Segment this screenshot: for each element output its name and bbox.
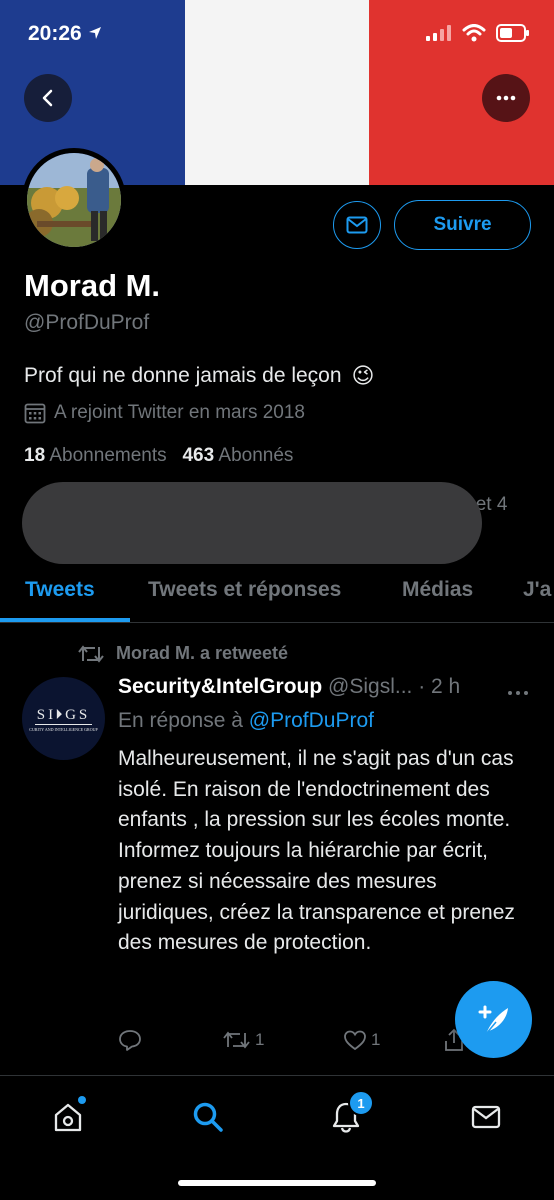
reply-icon	[119, 1030, 141, 1051]
following-label: Abonnements	[49, 445, 167, 466]
home-icon	[54, 1103, 82, 1132]
more-icon	[496, 95, 516, 101]
feather-plus-icon	[478, 1005, 508, 1034]
nav-notifications[interactable]: 1	[316, 1090, 376, 1142]
join-date: A rejoint Twitter en mars 2018	[24, 402, 305, 424]
tweet-author-avatar[interactable]: SI🞂GS CURITY AND INTELLIGENCE GROUP	[22, 677, 105, 760]
status-indicators	[426, 24, 530, 42]
profile-avatar[interactable]	[22, 148, 126, 252]
tweet-divider	[0, 1075, 554, 1076]
tab-media[interactable]: Médias	[402, 578, 473, 602]
more-button[interactable]	[482, 74, 530, 122]
message-button[interactable]	[333, 201, 381, 249]
signal-icon	[426, 25, 451, 41]
avatar-logo-subtext: CURITY AND INTELLIGENCE GROUP	[29, 726, 98, 732]
nav-home[interactable]	[38, 1092, 98, 1142]
nav-search[interactable]	[178, 1092, 238, 1142]
nav-messages[interactable]	[456, 1092, 516, 1142]
retweet-count: 1	[255, 1030, 265, 1049]
join-date-text: A rejoint Twitter en mars 2018	[54, 402, 305, 423]
tab-likes[interactable]: J'a	[523, 578, 551, 602]
back-button[interactable]	[24, 74, 72, 122]
retweet-context-text: Morad M. a retweeté	[116, 643, 289, 663]
search-icon	[193, 1102, 223, 1132]
profile-handle: @ProfDuProf	[24, 311, 150, 334]
avatar-photo	[27, 153, 121, 247]
reply-button[interactable]	[118, 1029, 223, 1051]
tab-tweets-and-replies[interactable]: Tweets et réponses	[148, 578, 341, 602]
wink-emoji: 😉	[351, 363, 375, 388]
follow-counts: 18 Abonnements 463 Abonnés	[24, 445, 293, 467]
followers-link[interactable]: 463 Abonnés	[182, 445, 293, 466]
followers-label: Abonnés	[218, 445, 294, 466]
active-tab-indicator	[0, 618, 130, 622]
heart-icon	[344, 1030, 366, 1051]
retweet-icon	[223, 1031, 250, 1049]
battery-icon	[496, 24, 529, 42]
location-arrow-icon	[88, 27, 101, 39]
profile-name: Morad M.	[24, 268, 161, 303]
tweet-author-name[interactable]: Security&IntelGroup	[118, 675, 322, 698]
retweet-button[interactable]: 1	[223, 1030, 343, 1050]
notification-badge: 1	[348, 1090, 374, 1116]
like-button[interactable]: 1	[343, 1029, 443, 1051]
reply-context: En réponse à @ProfDuProf	[118, 709, 374, 733]
profile-tabs: Tweets Tweets et réponses Médias J'a	[0, 570, 554, 623]
chevron-left-icon	[42, 89, 53, 107]
wifi-icon	[462, 24, 486, 42]
follow-button[interactable]: Suivre	[394, 200, 531, 250]
retweet-icon	[78, 644, 104, 663]
banner-white	[184, 0, 370, 185]
following-link[interactable]: 18 Abonnements	[24, 445, 167, 466]
tweet-header: Security&IntelGroup @Sigsl... · 2 h	[118, 675, 460, 699]
tweet-actions: 1 1	[118, 1028, 478, 1052]
home-indicator	[178, 1180, 376, 1186]
home-new-dot	[78, 1096, 86, 1104]
status-time: 20:26	[28, 22, 102, 46]
envelope-icon	[346, 216, 368, 234]
reply-mention[interactable]: @ProfDuProf	[249, 709, 374, 732]
avatar-logo-text: SI🞂GS	[34, 706, 93, 725]
reply-prefix: En réponse à	[118, 709, 243, 732]
tweet-handle-time: @Sigsl... · 2 h	[328, 675, 461, 698]
retweet-context: Morad M. a retweeté	[78, 643, 288, 664]
compose-tweet-button[interactable]	[455, 981, 532, 1058]
following-count: 18	[24, 445, 46, 466]
bio-text: Prof qui ne donne jamais de leçon	[24, 364, 342, 387]
tab-tweets[interactable]: Tweets	[25, 578, 95, 602]
followers-count: 463	[182, 445, 215, 466]
envelope-icon	[471, 1105, 501, 1129]
calendar-icon	[24, 403, 46, 424]
redacted-followed-by	[22, 482, 482, 564]
tweet-text: Malheureusement, il ne s'agit pas d'un c…	[118, 747, 515, 955]
profile-bio: Prof qui ne donne jamais de leçon 😉	[24, 363, 374, 389]
tweet-more-button[interactable]	[507, 683, 529, 701]
more-icon	[508, 691, 528, 695]
like-count: 1	[371, 1030, 381, 1049]
